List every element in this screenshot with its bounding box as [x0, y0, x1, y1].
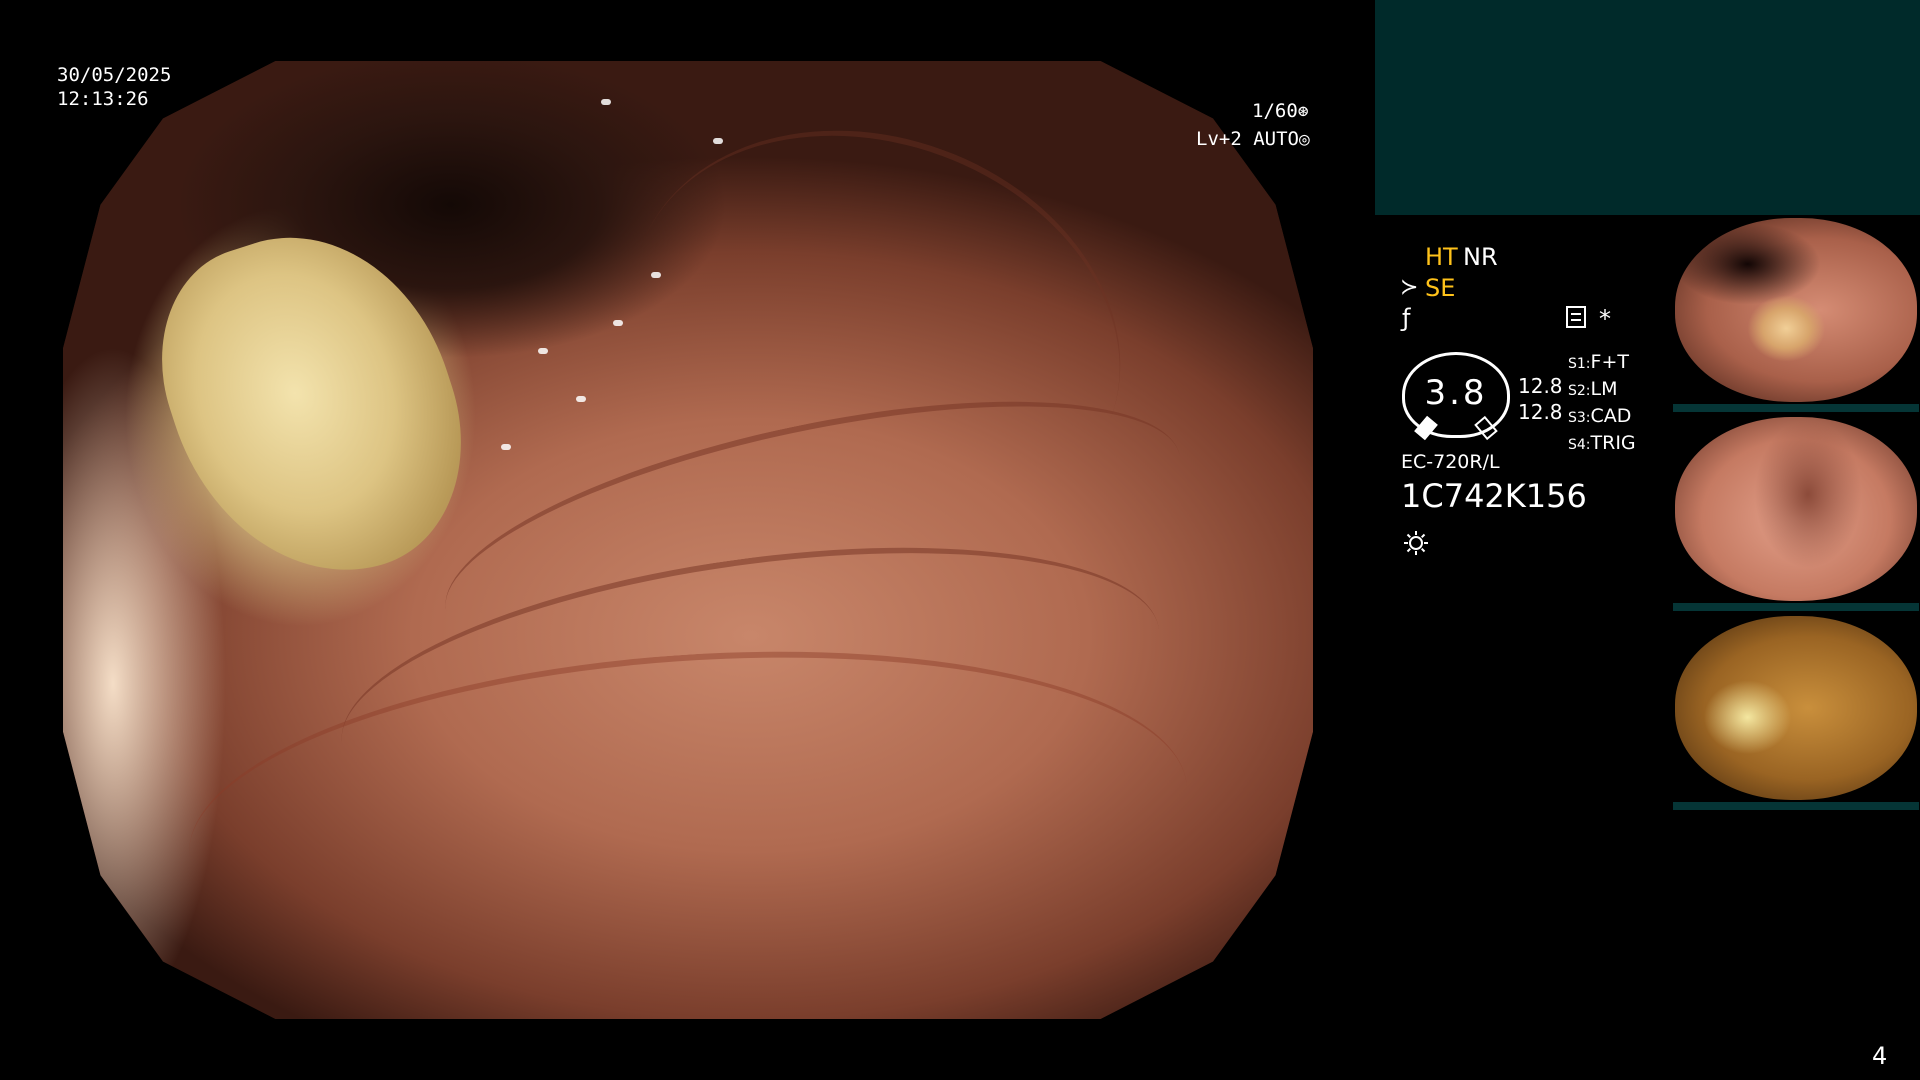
thumbnail-2[interactable]: [1673, 415, 1919, 611]
specular-highlight: [500, 444, 511, 451]
shutter-value: 1/60: [1252, 100, 1298, 122]
slot-value: LM: [1590, 378, 1618, 400]
ht-indicator: HT: [1425, 243, 1458, 271]
slot-key: S3:: [1568, 410, 1591, 426]
slot-value: F+T: [1590, 351, 1629, 373]
slot-value: TRIG: [1590, 432, 1636, 454]
level-value: Lv+2 AUTO: [1196, 128, 1299, 150]
scope-model: EC-720R/L: [1401, 451, 1500, 473]
gauge-indicator-right: [1474, 415, 1498, 441]
se-indicator: SE: [1425, 274, 1456, 302]
specular-highlight: [713, 137, 723, 144]
thumbnail-3[interactable]: [1673, 614, 1919, 810]
specular-highlight: [575, 396, 586, 403]
slot-key: S1:: [1568, 356, 1591, 372]
info-header-box: [1375, 0, 1920, 215]
slot-row: S4:TRIG: [1568, 431, 1636, 458]
menu-icon: [1566, 306, 1586, 328]
thumbnail-bar: [1673, 603, 1919, 611]
scope-serial: 1C742K156: [1401, 477, 1587, 515]
polyp-lesion: [128, 199, 498, 613]
specular-highlight: [600, 99, 611, 106]
level-readout: Lv+2 AUTO◎: [1196, 128, 1310, 151]
endoscope-main-view: [63, 61, 1313, 1019]
slot-key: S2:: [1568, 383, 1591, 399]
switch-assignments: S1:F+T S2:LM S3:CAD S4:TRIG: [1568, 350, 1636, 458]
thumbnail-image: [1675, 218, 1917, 402]
specular-highlight: [613, 319, 623, 326]
nr-indicator: NR: [1463, 243, 1498, 271]
thumbnail-bar: [1673, 404, 1919, 412]
aperture-icon: ⊛: [1297, 101, 1309, 122]
shutter-readout: 1/60⊛: [1252, 100, 1309, 123]
light-icon: [1404, 531, 1428, 555]
scope-icon: ≻: [1400, 275, 1419, 300]
thumbnail-1[interactable]: [1673, 216, 1919, 412]
time-label: 12:13:26: [57, 88, 149, 110]
freeze-icon: ƒ: [1402, 304, 1411, 332]
gauge: 3.8: [1402, 352, 1510, 441]
star-icon: *: [1599, 305, 1611, 333]
value-1: 12.8: [1518, 374, 1563, 398]
thumbnail-bar: [1673, 802, 1919, 810]
date-label: 30/05/2025: [57, 64, 172, 86]
gauge-indicator-left: [1414, 415, 1438, 441]
thumbnail-image: [1675, 616, 1917, 800]
thumbnail-image: [1675, 417, 1917, 601]
specular-highlight: [538, 348, 548, 355]
page-number: 4: [1872, 1042, 1888, 1070]
slot-key: S4:: [1568, 437, 1591, 453]
slot-row: S3:CAD: [1568, 404, 1636, 431]
value-2: 12.8: [1518, 400, 1563, 424]
slot-value: CAD: [1590, 405, 1632, 427]
slot-row: S2:LM: [1568, 377, 1636, 404]
specular-highlight: [650, 271, 661, 278]
gauge-value: 3.8: [1424, 373, 1488, 413]
slot-row: S1:F+T: [1568, 350, 1636, 377]
auto-iris-icon: ◎: [1298, 129, 1310, 150]
